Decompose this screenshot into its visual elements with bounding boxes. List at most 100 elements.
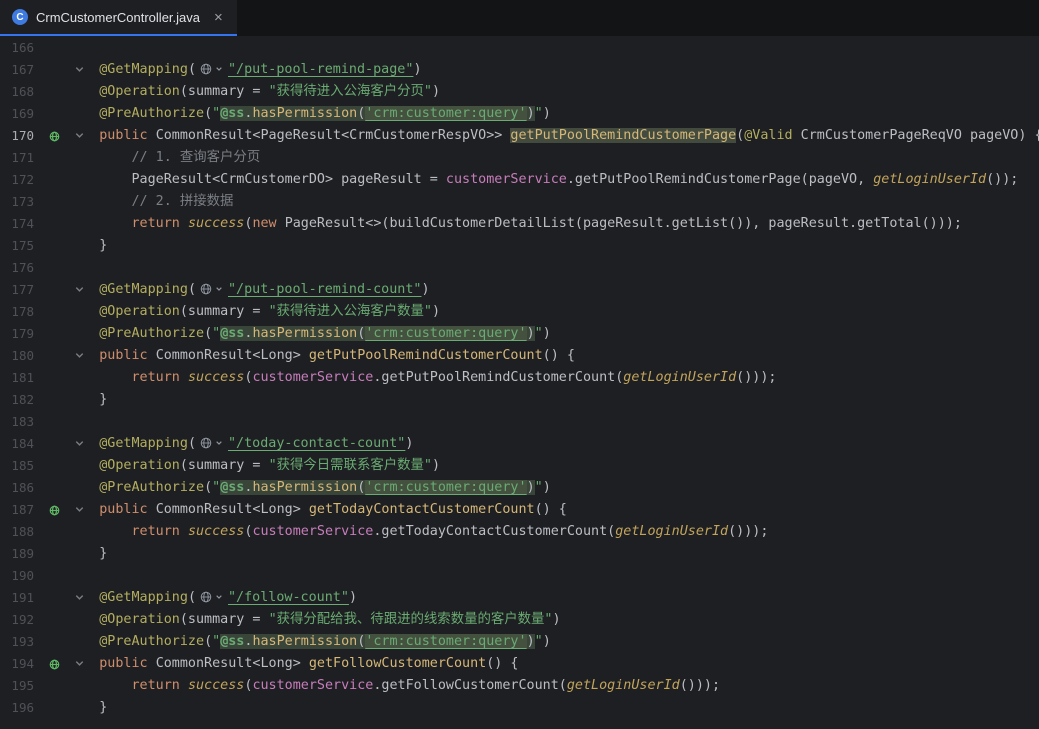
gutter: 167 [0,59,67,81]
code-token: ) [432,458,440,473]
globe-icon[interactable] [196,437,228,449]
gutter-icon-slot [43,235,65,257]
line-number: 190 [0,565,34,587]
code-token: ())); [728,524,768,539]
code-line[interactable]: 190 [0,565,1039,587]
code-token [67,524,132,539]
code-line[interactable]: 184 @GetMapping("/today-contact-count") [0,433,1039,455]
chevron-down-icon[interactable] [74,130,85,141]
code-token: CommonResult<Long> [156,656,309,671]
code-token: getLoginUserId [623,370,736,385]
code-token [67,106,99,121]
java-class-icon: C [12,9,28,25]
globe-icon[interactable] [196,283,228,295]
code-line[interactable]: 181 return success(customerService.getPu… [0,367,1039,389]
code-line[interactable]: 180 public CommonResult<Long> getPutPool… [0,345,1039,367]
code-text: return success(new PageResult<>(buildCus… [67,213,962,235]
globe-icon[interactable] [196,63,228,75]
code-line[interactable]: 191 @GetMapping("/follow-count") [0,587,1039,609]
code-line[interactable]: 189 } [0,543,1039,565]
code-token: (summary = [180,304,269,319]
gutter-icon-slot [43,81,65,103]
code-line[interactable]: 175 } [0,235,1039,257]
code-line[interactable]: 183 [0,411,1039,433]
code-token: customerService [446,172,567,187]
code-area: 166167 @GetMapping("/put-pool-remind-pag… [0,37,1039,719]
code-token: ) [543,326,551,341]
gutter: 185 [0,455,67,477]
code-line[interactable]: 186 @PreAuthorize("@ss.hasPermission('cr… [0,477,1039,499]
code-line[interactable]: 174 return success(new PageResult<>(buil… [0,213,1039,235]
code-text: // 1. 查询客户分页 [67,147,260,169]
api-endpoint-globe-icon[interactable] [43,125,65,147]
code-line[interactable]: 176 [0,257,1039,279]
code-token: @Operation [99,612,180,627]
code-line[interactable]: 173 // 2. 拼接数据 [0,191,1039,213]
code-line[interactable]: 171 // 1. 查询客户分页 [0,147,1039,169]
gutter-icon-slot [43,565,65,587]
code-line[interactable]: 178 @Operation(summary = "获得待进入公海客户数量") [0,301,1039,323]
code-line[interactable]: 166 [0,37,1039,59]
gutter: 183 [0,411,67,433]
close-icon[interactable]: × [214,10,223,25]
code-token: ) [421,282,429,297]
code-line[interactable]: 192 @Operation(summary = "获得分配给我、待跟进的线索数… [0,609,1039,631]
code-token: " [212,634,220,649]
chevron-down-icon[interactable] [74,658,85,669]
code-token: public [99,656,155,671]
gutter: 171 [0,147,67,169]
code-token: new [252,216,284,231]
code-text: @PreAuthorize("@ss.hasPermission('crm:cu… [67,323,551,345]
code-line[interactable]: 187 public CommonResult<Long> getTodayCo… [0,499,1039,521]
chevron-down-icon[interactable] [74,350,85,361]
line-number: 184 [0,433,34,455]
chevron-down-icon[interactable] [74,284,85,295]
code-token [67,304,99,319]
gutter: 166 [0,37,67,59]
code-token: ( [736,128,744,143]
globe-icon[interactable] [196,591,228,603]
code-token: ) [527,326,535,341]
code-line[interactable]: 185 @Operation(summary = "获得今日需联系客户数量") [0,455,1039,477]
api-endpoint-globe-icon[interactable] [43,499,65,521]
line-number: 188 [0,521,34,543]
chevron-down-icon[interactable] [74,64,85,75]
code-token: ( [188,436,196,451]
line-number: 179 [0,323,34,345]
code-token: ) [432,84,440,99]
line-number: 196 [0,697,34,719]
chevron-down-icon[interactable] [74,438,85,449]
chevron-down-icon[interactable] [74,504,85,515]
line-number: 167 [0,59,34,81]
code-line[interactable]: 188 return success(customerService.getTo… [0,521,1039,543]
code-line[interactable]: 193 @PreAuthorize("@ss.hasPermission('cr… [0,631,1039,653]
line-number: 186 [0,477,34,499]
chevron-down-icon[interactable] [74,592,85,603]
code-editor[interactable]: 166167 @GetMapping("/put-pool-remind-pag… [0,36,1039,719]
code-token: return [132,678,188,693]
code-token: "/today-contact-count" [228,436,405,451]
code-token: ( [204,326,212,341]
api-endpoint-globe-icon[interactable] [43,653,65,675]
code-line[interactable]: 196 } [0,697,1039,719]
gutter-icon-slot [43,697,65,719]
gutter-icon-slot [43,169,65,191]
tab-crm-customer-controller[interactable]: C CrmCustomerController.java × [0,0,237,36]
line-number: 173 [0,191,34,213]
code-line[interactable]: 167 @GetMapping("/put-pool-remind-page") [0,59,1039,81]
code-line[interactable]: 169 @PreAuthorize("@ss.hasPermission('cr… [0,103,1039,125]
gutter-icon-slot [43,675,65,697]
code-line[interactable]: 194 public CommonResult<Long> getFollowC… [0,653,1039,675]
code-line[interactable]: 179 @PreAuthorize("@ss.hasPermission('cr… [0,323,1039,345]
gutter-icon-slot [43,191,65,213]
code-token [67,326,99,341]
gutter-icon-slot [43,455,65,477]
gutter-icon-slot [43,301,65,323]
code-line[interactable]: 168 @Operation(summary = "获得待进入公海客户分页") [0,81,1039,103]
code-line[interactable]: 170 public CommonResult<PageResult<CrmCu… [0,125,1039,147]
code-line[interactable]: 195 return success(customerService.getFo… [0,675,1039,697]
tab-label: CrmCustomerController.java [36,10,200,25]
code-line[interactable]: 177 @GetMapping("/put-pool-remind-count"… [0,279,1039,301]
code-line[interactable]: 172 PageResult<CrmCustomerDO> pageResult… [0,169,1039,191]
code-line[interactable]: 182 } [0,389,1039,411]
